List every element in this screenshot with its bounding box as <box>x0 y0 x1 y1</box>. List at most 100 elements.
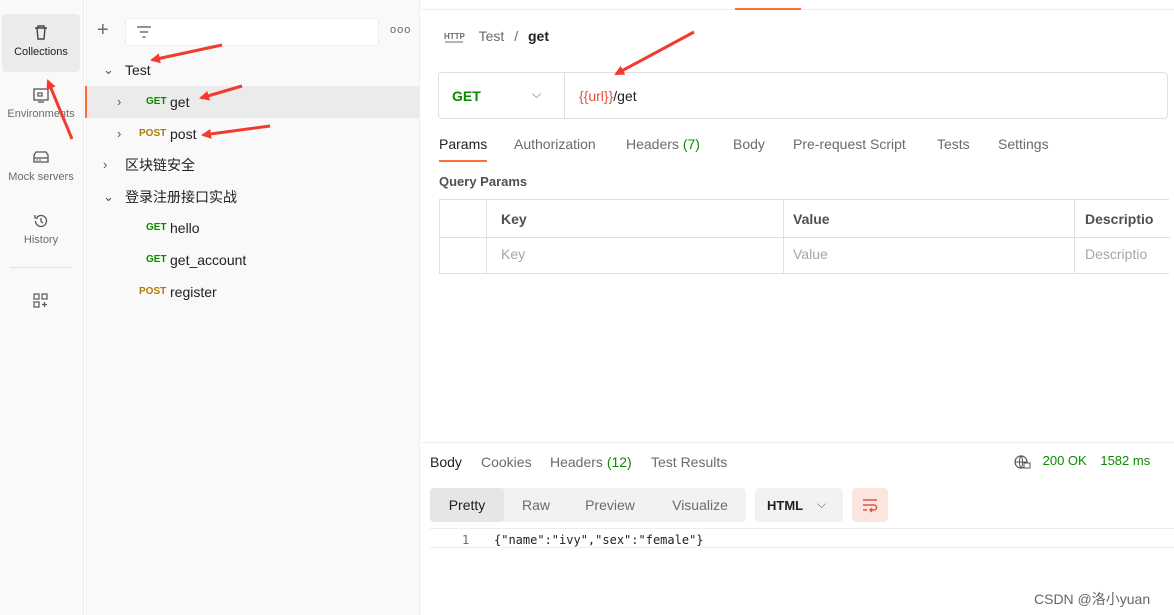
format-toggle: Pretty Raw Preview Visualize <box>430 488 746 522</box>
response-status: 200 OK 1582 ms <box>1013 453 1150 470</box>
breadcrumb-collection[interactable]: Test <box>479 28 505 44</box>
rail-mock-servers-label: Mock servers <box>8 171 74 183</box>
url-path: /get <box>613 88 637 104</box>
url-bar: GET ⌵ {{url}}/get <box>438 72 1168 119</box>
tree-request-get[interactable]: › GET get <box>85 86 420 118</box>
environment-icon <box>33 88 49 103</box>
tree-request-label: register <box>170 284 217 300</box>
response-divider <box>421 442 1174 443</box>
tab-body[interactable]: Body <box>733 136 765 152</box>
url-input[interactable]: {{url}}/get <box>579 88 637 104</box>
status-code: 200 OK <box>1042 453 1087 468</box>
tab-headers-label: Headers <box>626 136 679 152</box>
tree-request-register[interactable]: POST register <box>85 276 420 308</box>
http-icon: HTTP <box>444 32 465 43</box>
rail-history-label: History <box>23 234 59 246</box>
tree-request-label: get <box>170 94 190 110</box>
filter-input[interactable] <box>125 18 379 46</box>
active-tab-indicator <box>735 8 801 10</box>
chevron-down-icon[interactable]: ⌄ <box>103 54 114 86</box>
method-badge-post: POST <box>139 128 167 139</box>
chevron-right-icon[interactable]: › <box>103 149 107 181</box>
param-key-input[interactable]: Key <box>501 246 525 262</box>
method-value: GET <box>452 88 481 104</box>
method-badge-get: GET <box>146 254 167 265</box>
response-tab-test-results[interactable]: Test Results <box>651 454 727 470</box>
tree-request-label: hello <box>170 220 200 236</box>
tree-folder-label: Test <box>125 62 151 78</box>
rail-history[interactable]: History <box>2 202 80 260</box>
method-badge-get: GET <box>146 222 167 233</box>
rail-collections-label: Collections <box>14 46 68 58</box>
method-select[interactable]: GET ⌵ <box>439 73 565 118</box>
selection-indicator <box>85 86 87 118</box>
tab-params[interactable]: Params <box>439 136 487 152</box>
response-time: 1582 ms <box>1100 453 1151 468</box>
rail-collections[interactable]: Collections <box>2 14 80 72</box>
wrap-lines-button[interactable] <box>852 488 888 522</box>
tree-request-label: get_account <box>170 252 247 268</box>
rail-mock-servers[interactable]: Mock servers <box>2 139 80 197</box>
response-tab-headers-count: (12) <box>606 454 632 470</box>
rail-environments-label: Environments <box>7 108 75 120</box>
column-header-key: Key <box>501 211 527 227</box>
language-value: HTML <box>767 498 804 513</box>
tree-folder-label: 区块链安全 <box>125 157 195 173</box>
chevron-down-icon[interactable]: ⌄ <box>103 181 114 213</box>
param-value-input[interactable]: Value <box>793 246 828 262</box>
tree-request-post[interactable]: › POST post <box>85 118 420 150</box>
tree-folder-blockchain[interactable]: › 区块链安全 <box>85 149 420 181</box>
response-tab-headers[interactable]: Headers (12) <box>550 454 632 470</box>
wrap-lines-icon <box>863 499 878 513</box>
tree-folder-test[interactable]: ⌄ Test <box>85 54 420 86</box>
chevron-right-icon[interactable]: › <box>117 86 121 118</box>
tab-headers[interactable]: Headers (7) <box>626 136 700 152</box>
tab-pre-request-script[interactable]: Pre-request Script <box>793 136 906 152</box>
query-params-title: Query Params <box>439 174 528 189</box>
response-tab-cookies[interactable]: Cookies <box>481 454 532 470</box>
chevron-down-icon: ⌵ <box>817 497 827 511</box>
new-collection-plus-icon[interactable]: + <box>97 20 109 40</box>
language-select[interactable]: HTML ⌵ <box>755 488 843 522</box>
method-badge-get: GET <box>146 96 167 107</box>
column-header-value: Value <box>793 211 830 227</box>
more-options-icon[interactable]: ooo <box>390 24 411 36</box>
line-number: 1 <box>462 533 470 547</box>
breadcrumb: HTTP Test / get <box>443 28 549 45</box>
tab-settings[interactable]: Settings <box>998 136 1049 152</box>
trash-can-icon <box>35 25 47 40</box>
column-header-description: Descriptio <box>1085 211 1154 227</box>
tree-request-hello[interactable]: GET hello <box>85 212 420 244</box>
format-visualize-button[interactable]: Visualize <box>660 488 740 522</box>
tree-folder-label: 登录注册接口实战 <box>125 189 237 205</box>
tree-folder-login-register[interactable]: ⌄ 登录注册接口实战 <box>85 181 420 213</box>
collections-sidebar: + ooo ⌄ Test › GET get › POST post › 区块链… <box>85 0 420 615</box>
tab-tests[interactable]: Tests <box>937 136 970 152</box>
format-raw-button[interactable]: Raw <box>510 488 562 522</box>
active-request-tab-indicator <box>439 160 487 162</box>
query-params-table: Key Value Descriptio Key Value Descripti… <box>439 199 1170 274</box>
table-divider <box>440 237 1170 238</box>
rail-environments[interactable]: Environments <box>2 76 80 134</box>
svg-text:HTTP: HTTP <box>444 32 465 41</box>
breadcrumb-request[interactable]: get <box>528 28 549 44</box>
url-variable: {{url}} <box>579 88 614 104</box>
request-workspace: HTTP Test / get GET ⌵ {{url}}/get Params… <box>421 0 1174 615</box>
code-line: {"name":"ivy","sex":"female"} <box>494 533 704 547</box>
tab-authorization[interactable]: Authorization <box>514 136 596 152</box>
response-body-editor[interactable]: 1 {"name":"ivy","sex":"female"} <box>430 528 1174 548</box>
rail-apps-add[interactable] <box>2 282 80 322</box>
param-description-input[interactable]: Descriptio <box>1085 246 1147 262</box>
tab-headers-count: (7) <box>682 136 700 152</box>
apps-add-icon <box>33 293 48 308</box>
rail-divider <box>10 267 72 268</box>
response-tab-body[interactable]: Body <box>430 454 462 470</box>
method-badge-post: POST <box>139 286 167 297</box>
server-icon <box>33 151 49 163</box>
format-pretty-button[interactable]: Pretty <box>430 488 504 522</box>
history-icon <box>34 214 48 228</box>
globe-lock-icon[interactable] <box>1013 454 1031 470</box>
chevron-right-icon[interactable]: › <box>117 118 121 150</box>
format-preview-button[interactable]: Preview <box>574 488 646 522</box>
tree-request-get-account[interactable]: GET get_account <box>85 244 420 276</box>
